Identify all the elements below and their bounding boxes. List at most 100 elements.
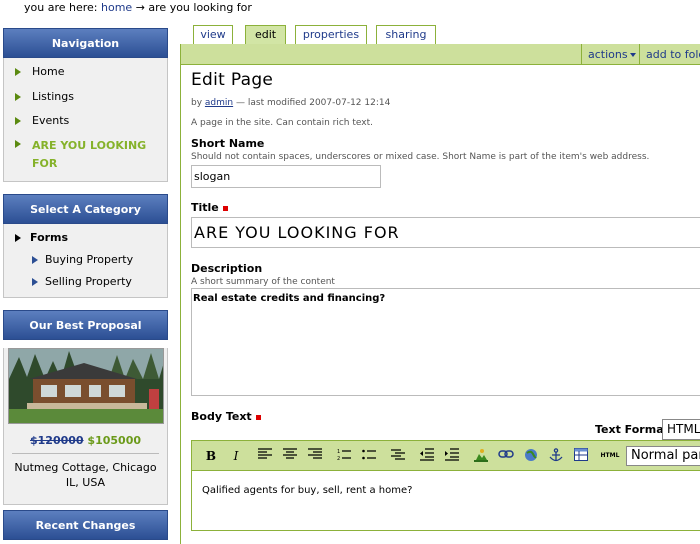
- insert-image-icon[interactable]: [473, 448, 489, 464]
- add-to-folder-button[interactable]: add to folder: [639, 44, 700, 65]
- description-textarea[interactable]: Real estate credits and financing?: [191, 288, 700, 396]
- tab-sharing[interactable]: sharing: [376, 25, 436, 44]
- nav-item-are-you-looking-for[interactable]: ARE YOU LOOKING FOR: [4, 134, 167, 176]
- external-link-icon[interactable]: [523, 448, 539, 464]
- description-help: A short summary of the content: [191, 277, 335, 287]
- byline-by: by: [191, 98, 203, 108]
- navigation-portlet: Navigation Home Listings Events ARE YOU …: [3, 28, 168, 182]
- nav-item-home[interactable]: Home: [4, 60, 167, 85]
- ordered-list-icon[interactable]: 12: [336, 448, 352, 464]
- tab-edit[interactable]: edit: [245, 25, 286, 45]
- property-photo[interactable]: [8, 348, 164, 424]
- category-item-forms[interactable]: Forms: [4, 227, 167, 249]
- old-price: $120000: [30, 434, 84, 447]
- tab-properties[interactable]: properties: [295, 25, 367, 44]
- required-marker-icon: [222, 205, 228, 211]
- svg-text:2: 2: [337, 456, 340, 461]
- title-label: Title: [191, 201, 700, 214]
- house-photo-icon: [9, 349, 163, 423]
- bullet-arrow-icon: [32, 278, 38, 286]
- body-text-field: Body Text Text Format HTML B I 12 HTML N…: [191, 410, 700, 531]
- short-name-input[interactable]: [191, 165, 381, 188]
- chevron-down-icon: [630, 53, 636, 57]
- bullet-arrow-icon: [15, 234, 21, 242]
- short-name-help: Should not contain spaces, underscores o…: [191, 152, 650, 162]
- title-field: Title: [191, 201, 700, 248]
- text-format-label: Text Format: [595, 423, 669, 436]
- category-label: Buying Property: [45, 253, 134, 266]
- indent-icon[interactable]: [444, 448, 460, 464]
- title-input[interactable]: [191, 217, 700, 248]
- short-name-label: Short Name: [191, 137, 265, 150]
- navigation-list: Home Listings Events ARE YOU LOOKING FOR: [3, 58, 168, 182]
- breadcrumb: you are here: home → are you looking for: [24, 1, 252, 14]
- nav-item-label: Events: [32, 114, 70, 127]
- short-name-field: Short Name Should not contain spaces, un…: [191, 137, 700, 188]
- edit-form: Edit Page by admin — last modified 2007-…: [191, 66, 700, 531]
- category-title: Select A Category: [3, 194, 168, 224]
- body-text-content: Qalified agents for buy, sell, rent a ho…: [202, 485, 413, 496]
- bullet-arrow-icon: [15, 92, 21, 101]
- align-left-icon[interactable]: [257, 448, 273, 464]
- bold-icon[interactable]: B: [203, 448, 219, 464]
- breadcrumb-home-link[interactable]: home: [101, 1, 132, 14]
- actions-menu-label: actions: [588, 48, 628, 61]
- price: $120000 $105000: [4, 434, 167, 447]
- tab-view[interactable]: view: [193, 25, 233, 44]
- category-label: Forms: [30, 231, 69, 244]
- category-label: Selling Property: [45, 275, 132, 288]
- outdent-icon[interactable]: [419, 448, 435, 464]
- modified-date: — last modified 2007-07-12 12:14: [236, 98, 391, 108]
- body-text-label-text: Body Text: [191, 410, 252, 423]
- breadcrumb-arrow: →: [135, 1, 145, 14]
- new-price: $105000: [87, 434, 141, 447]
- nav-item-listings[interactable]: Listings: [4, 85, 167, 110]
- description-field: Description A short summary of the conte…: [191, 262, 700, 396]
- description-label: Description: [191, 262, 263, 275]
- text-format-select[interactable]: HTML: [662, 419, 700, 440]
- body-text-label: Body Text: [191, 410, 700, 423]
- body-text-editor[interactable]: Qalified agents for buy, sell, rent a ho…: [191, 471, 700, 531]
- proposal-title: Our Best Proposal: [3, 310, 168, 340]
- align-right-icon[interactable]: [307, 448, 323, 464]
- proposal-body: $120000 $105000 Nutmeg Cottage, Chicago …: [3, 348, 168, 505]
- nav-item-label: ARE YOU LOOKING FOR: [32, 138, 147, 170]
- action-bar: actions add to folder: [181, 44, 700, 65]
- unordered-list-icon[interactable]: [361, 448, 377, 464]
- bullet-arrow-icon: [32, 256, 38, 264]
- byline: by admin — last modified 2007-07-12 12:1…: [191, 98, 700, 108]
- recent-changes-title: Recent Changes: [3, 510, 168, 540]
- nav-item-label: Home: [32, 65, 65, 78]
- author-link[interactable]: admin: [205, 98, 233, 108]
- html-source-button[interactable]: HTML: [598, 448, 622, 464]
- bullet-arrow-icon: [15, 139, 21, 148]
- bullet-arrow-icon: [15, 68, 21, 76]
- category-item-buying-property[interactable]: Buying Property: [4, 249, 167, 271]
- breadcrumb-prefix: you are here:: [24, 1, 98, 14]
- svg-text:1: 1: [337, 449, 340, 455]
- category-portlet: Select A Category Forms Buying Property …: [3, 194, 168, 298]
- category-list: Forms Buying Property Selling Property: [3, 224, 168, 298]
- property-name[interactable]: Nutmeg Cottage, Chicago IL, USA: [12, 453, 159, 496]
- actions-menu[interactable]: actions: [581, 44, 639, 65]
- page-description: A page in the site. Can contain rich tex…: [191, 118, 373, 128]
- title-label-text: Title: [191, 201, 219, 214]
- align-center-icon[interactable]: [282, 448, 298, 464]
- italic-icon[interactable]: I: [228, 448, 244, 464]
- definition-list-icon[interactable]: [390, 448, 406, 464]
- required-marker-icon: [255, 414, 261, 420]
- editor-toolbar: B I 12 HTML Normal pa: [191, 440, 700, 471]
- category-item-selling-property[interactable]: Selling Property: [4, 271, 167, 293]
- insert-link-icon[interactable]: [498, 448, 514, 464]
- table-icon[interactable]: [573, 448, 589, 464]
- page-title: Edit Page: [191, 70, 274, 90]
- bullet-arrow-icon: [15, 117, 21, 125]
- navigation-title: Navigation: [3, 28, 168, 58]
- proposal-portlet: Our Best Proposal $120000 $105000 Nutmeg…: [3, 310, 168, 505]
- recent-changes-portlet: Recent Changes: [3, 510, 168, 540]
- breadcrumb-current: are you looking for: [148, 1, 252, 14]
- paragraph-style-select[interactable]: Normal paragraph: [626, 446, 700, 466]
- anchor-icon[interactable]: [548, 448, 564, 464]
- nav-item-events[interactable]: Events: [4, 109, 167, 134]
- nav-item-label: Listings: [32, 89, 74, 103]
